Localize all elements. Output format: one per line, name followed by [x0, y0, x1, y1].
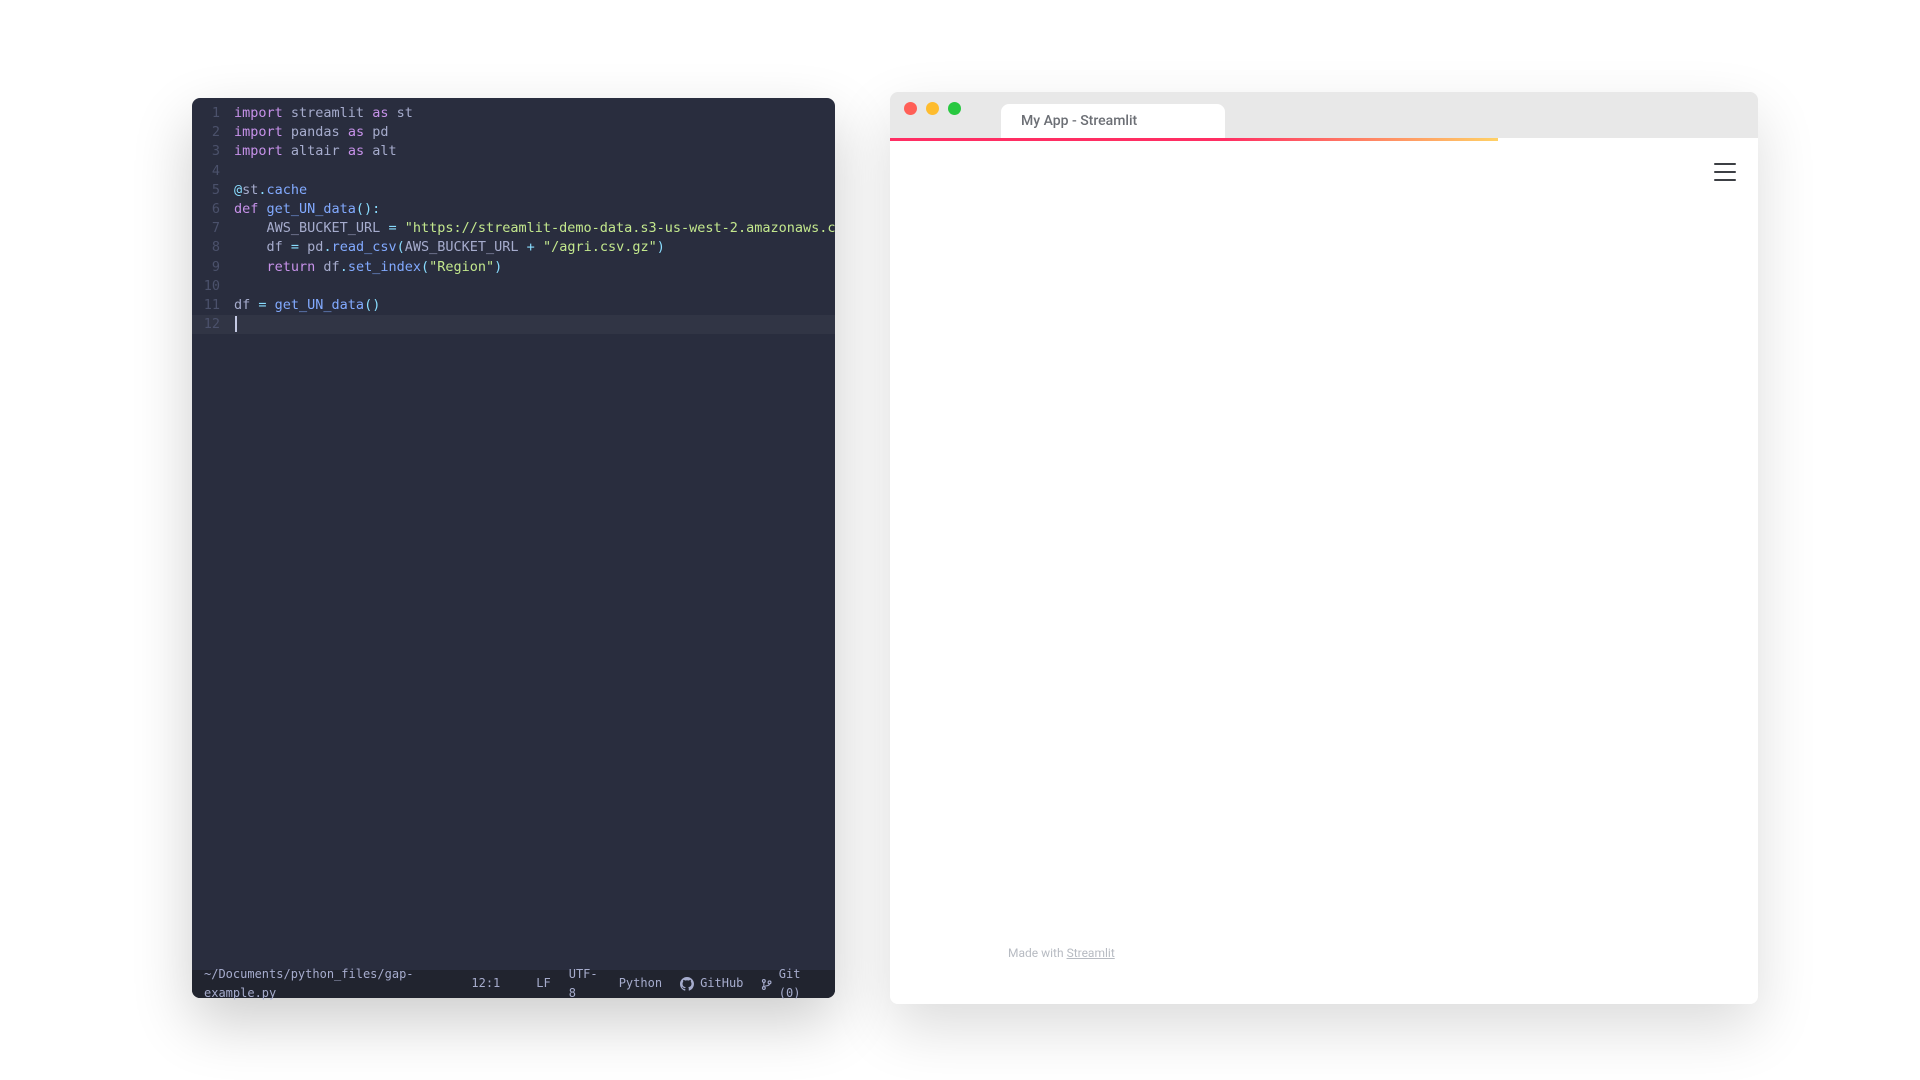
line-number: 2 — [192, 123, 234, 142]
code-line[interactable]: 10 — [192, 277, 835, 296]
code-content[interactable]: import streamlit as st — [234, 104, 835, 123]
app-page: Made with Streamlit — [890, 141, 1758, 1004]
code-content[interactable] — [234, 315, 835, 334]
code-line[interactable]: 1import streamlit as st — [192, 104, 835, 123]
line-number: 12 — [192, 315, 234, 334]
code-line[interactable]: 12 — [192, 315, 835, 334]
status-eol[interactable]: LF — [536, 974, 550, 993]
code-content[interactable]: df = get_UN_data() — [234, 296, 835, 315]
status-cursor-pos: 12:1 — [471, 974, 500, 993]
status-github-label: GitHub — [700, 974, 743, 993]
code-line[interactable]: 3import altair as alt — [192, 142, 835, 161]
close-window-icon[interactable] — [904, 102, 917, 115]
editor-body[interactable]: 1import streamlit as st2import pandas as… — [192, 98, 835, 970]
code-content[interactable]: df = pd.read_csv(AWS_BUCKET_URL + "/agri… — [234, 238, 835, 257]
streamlit-link[interactable]: Streamlit — [1067, 946, 1115, 960]
line-number: 11 — [192, 296, 234, 315]
code-line[interactable]: 6def get_UN_data(): — [192, 200, 835, 219]
window-controls — [904, 92, 991, 138]
code-content[interactable]: import pandas as pd — [234, 123, 835, 142]
status-encoding[interactable]: UTF-8 — [569, 965, 601, 1003]
line-number: 9 — [192, 258, 234, 277]
code-line[interactable]: 5@st.cache — [192, 181, 835, 200]
footer-prefix: Made with — [1008, 946, 1067, 960]
line-number: 6 — [192, 200, 234, 219]
code-line[interactable]: 8 df = pd.read_csv(AWS_BUCKET_URL + "/ag… — [192, 238, 835, 257]
status-git-label: Git (0) — [779, 965, 823, 1003]
status-file-path: ~/Documents/python_files/gap-example.py — [204, 965, 453, 1003]
code-line[interactable]: 7 AWS_BUCKET_URL = "https://streamlit-de… — [192, 219, 835, 238]
minimize-window-icon[interactable] — [926, 102, 939, 115]
status-git[interactable]: Git (0) — [761, 965, 823, 1003]
browser-tab[interactable]: My App - Streamlit — [1001, 104, 1225, 138]
code-line[interactable]: 4 — [192, 162, 835, 181]
line-number: 10 — [192, 277, 234, 296]
code-line[interactable]: 2import pandas as pd — [192, 123, 835, 142]
status-language[interactable]: Python — [619, 974, 662, 993]
line-number: 5 — [192, 181, 234, 200]
made-with-footer: Made with Streamlit — [1008, 946, 1115, 960]
code-content[interactable]: return df.set_index("Region") — [234, 258, 835, 277]
browser-tab-title: My App - Streamlit — [1021, 113, 1137, 129]
git-branch-icon — [761, 978, 772, 991]
code-editor: 1import streamlit as st2import pandas as… — [192, 98, 835, 998]
code-line[interactable]: 9 return df.set_index("Region") — [192, 258, 835, 277]
code-line[interactable]: 11df = get_UN_data() — [192, 296, 835, 315]
code-content[interactable]: import altair as alt — [234, 142, 835, 161]
status-github[interactable]: GitHub — [680, 974, 743, 993]
github-icon — [680, 977, 694, 991]
code-content[interactable]: AWS_BUCKET_URL = "https://streamlit-demo… — [234, 219, 835, 238]
browser-tabbar: My App - Streamlit — [890, 92, 1758, 138]
line-number: 8 — [192, 238, 234, 257]
browser-window: My App - Streamlit Made with Streamlit — [890, 92, 1758, 1004]
line-number: 4 — [192, 162, 234, 181]
code-content[interactable]: def get_UN_data(): — [234, 200, 835, 219]
code-content[interactable]: @st.cache — [234, 181, 835, 200]
maximize-window-icon[interactable] — [948, 102, 961, 115]
line-number: 7 — [192, 219, 234, 238]
line-number: 1 — [192, 104, 234, 123]
hamburger-menu-icon[interactable] — [1714, 163, 1736, 181]
line-number: 3 — [192, 142, 234, 161]
text-cursor — [235, 316, 237, 332]
editor-status-bar: ~/Documents/python_files/gap-example.py … — [192, 970, 835, 998]
